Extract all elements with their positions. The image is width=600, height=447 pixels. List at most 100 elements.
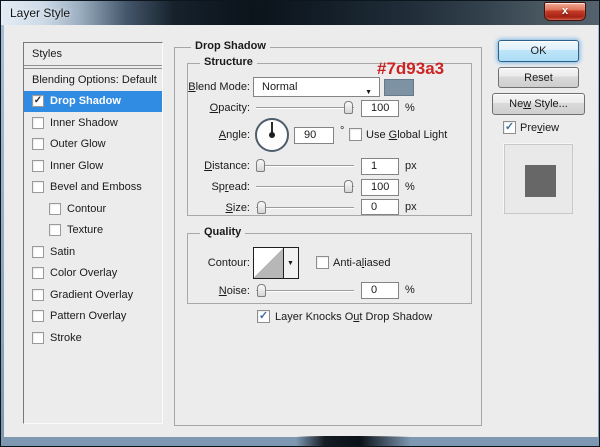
color-overlay-checkbox[interactable] <box>32 267 44 279</box>
layer-knocks-out-checkbox[interactable]: ✓ <box>257 310 270 323</box>
preview-label: Preview <box>520 122 559 134</box>
sidebar-item-satin[interactable]: Satin <box>24 241 162 263</box>
noise-slider[interactable] <box>256 283 354 298</box>
contour-picker[interactable]: ▼ <box>253 247 299 279</box>
sidebar-item-label: Color Overlay <box>50 267 117 279</box>
close-icon[interactable]: x <box>544 2 586 21</box>
sidebar-item-drop-shadow[interactable]: ✓ Drop Shadow <box>24 91 162 113</box>
quality-group: Quality Contour: ▼ Anti-aliased Noise: 0… <box>187 233 472 304</box>
anti-aliased-label: Anti-aliased <box>333 257 391 269</box>
blend-mode-value: Normal <box>262 81 297 93</box>
stroke-checkbox[interactable] <box>32 332 44 344</box>
style-preview-thumbnail <box>504 144 573 214</box>
spread-slider[interactable] <box>256 179 354 194</box>
spread-input[interactable]: 100 <box>361 179 399 196</box>
ok-button[interactable]: OK <box>498 40 579 62</box>
size-slider-track <box>256 207 354 208</box>
drop-shadow-checkbox[interactable]: ✓ <box>32 95 44 107</box>
sidebar-item-label: Outer Glow <box>50 138 106 150</box>
use-global-light-label: Use Global Light <box>366 129 447 141</box>
sidebar-item-bevel-and-emboss[interactable]: Bevel and Emboss <box>24 177 162 199</box>
outer-glow-checkbox[interactable] <box>32 138 44 150</box>
contour-checkbox[interactable] <box>49 203 61 215</box>
color-hex-annotation: #7d93a3 <box>377 59 444 79</box>
use-global-light-checkbox[interactable] <box>349 128 362 141</box>
distance-unit: px <box>405 160 417 172</box>
opacity-input[interactable]: 100 <box>361 100 399 117</box>
sidebar-item-label: Satin <box>50 246 75 258</box>
blend-mode-label: Blend Mode: <box>188 81 250 93</box>
opacity-label: Opacity: <box>188 102 250 114</box>
opacity-slider[interactable] <box>256 100 354 115</box>
gradient-overlay-checkbox[interactable] <box>32 289 44 301</box>
sidebar-header: Styles <box>24 43 162 66</box>
sidebar-item-blending-options[interactable]: Blending Options: Default <box>24 69 162 91</box>
sidebar-item-inner-shadow[interactable]: Inner Shadow <box>24 112 162 134</box>
noise-slider-track <box>256 290 354 291</box>
sidebar-item-label: Drop Shadow <box>50 95 121 107</box>
sidebar-item-label: Bevel and Emboss <box>50 181 142 193</box>
titlebar[interactable]: Layer Style x <box>1 1 599 25</box>
sidebar-item-label: Inner Shadow <box>50 117 118 129</box>
distance-slider[interactable] <box>256 158 354 173</box>
style-preview-shape <box>525 165 556 197</box>
new-style-button[interactable]: New Style... <box>492 93 585 115</box>
layer-style-dialog: Layer Style x Styles Blending Options: D… <box>0 0 600 447</box>
sidebar-item-label: Contour <box>67 203 106 215</box>
inner-shadow-checkbox[interactable] <box>32 117 44 129</box>
sidebar-item-label: Pattern Overlay <box>50 310 126 322</box>
opacity-unit: % <box>405 102 415 114</box>
angle-dial-hub <box>269 132 275 138</box>
size-input[interactable]: 0 <box>361 199 399 215</box>
sidebar-item-texture[interactable]: Texture <box>24 220 162 242</box>
distance-slider-thumb[interactable] <box>256 159 265 172</box>
preview-checkbox[interactable]: ✓ <box>503 121 516 134</box>
noise-input[interactable]: 0 <box>361 282 399 299</box>
angle-unit: ° <box>340 125 344 137</box>
size-slider-thumb[interactable] <box>257 201 266 214</box>
anti-aliased-checkbox[interactable] <box>316 256 329 269</box>
window-title: Layer Style <box>10 6 70 20</box>
sidebar-item-stroke[interactable]: Stroke <box>24 327 162 349</box>
sidebar-item-label: Texture <box>67 224 103 236</box>
texture-checkbox[interactable] <box>49 224 61 236</box>
panel-heading: Drop Shadow <box>191 40 270 52</box>
sidebar-item-label: Blending Options: Default <box>32 74 157 86</box>
chevron-down-icon: ▼ <box>287 260 294 267</box>
sidebar-item-label: Gradient Overlay <box>50 289 133 301</box>
window-bottom-glass <box>296 436 411 446</box>
satin-checkbox[interactable] <box>32 246 44 258</box>
spread-unit: % <box>405 181 415 193</box>
size-unit: px <box>405 201 417 213</box>
blend-mode-select[interactable]: Normal ▼ <box>253 77 380 97</box>
spread-slider-thumb[interactable] <box>344 180 353 193</box>
opacity-slider-thumb[interactable] <box>344 101 353 114</box>
spread-slider-track <box>256 186 354 187</box>
structure-group-title: Structure <box>200 56 257 68</box>
noise-label: Noise: <box>188 285 250 297</box>
noise-unit: % <box>405 284 415 296</box>
opacity-slider-track <box>256 107 354 108</box>
shadow-color-swatch[interactable] <box>384 79 414 96</box>
reset-button[interactable]: Reset <box>498 67 579 88</box>
sidebar-item-color-overlay[interactable]: Color Overlay <box>24 263 162 285</box>
layer-knocks-out-label: Layer Knocks Out Drop Shadow <box>275 311 432 323</box>
contour-dropdown-arrow[interactable]: ▼ <box>284 248 298 278</box>
size-slider[interactable] <box>256 200 354 215</box>
angle-dial[interactable] <box>255 118 289 152</box>
angle-label: Angle: <box>188 129 250 141</box>
noise-slider-thumb[interactable] <box>257 284 266 297</box>
contour-thumbnail-icon[interactable] <box>254 248 284 278</box>
bevel-emboss-checkbox[interactable] <box>32 181 44 193</box>
distance-input[interactable]: 1 <box>361 158 399 175</box>
sidebar-item-gradient-overlay[interactable]: Gradient Overlay <box>24 284 162 306</box>
inner-glow-checkbox[interactable] <box>32 160 44 172</box>
sidebar-item-label: Inner Glow <box>50 160 103 172</box>
angle-input[interactable]: 90 <box>294 127 334 144</box>
sidebar-item-inner-glow[interactable]: Inner Glow <box>24 155 162 177</box>
distance-slider-track <box>256 165 354 166</box>
sidebar-item-outer-glow[interactable]: Outer Glow <box>24 134 162 156</box>
sidebar-item-contour[interactable]: Contour <box>24 198 162 220</box>
pattern-overlay-checkbox[interactable] <box>32 310 44 322</box>
sidebar-item-pattern-overlay[interactable]: Pattern Overlay <box>24 306 162 328</box>
